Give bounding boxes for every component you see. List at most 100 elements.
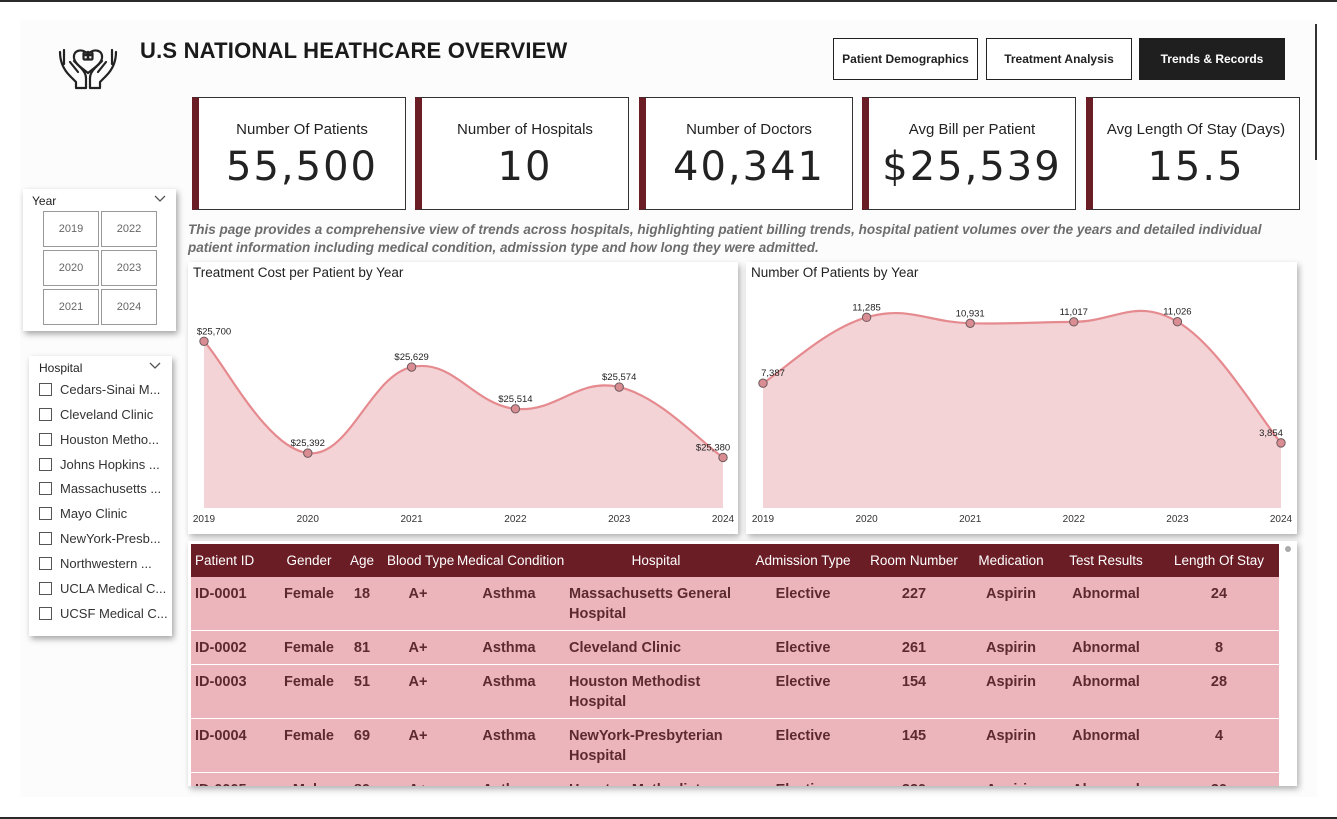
checkbox[interactable] [39, 457, 52, 471]
treatment-analysis-button[interactable]: Treatment Analysis [986, 38, 1132, 80]
column-header[interactable]: Medication [969, 544, 1053, 577]
checkbox[interactable] [39, 581, 52, 595]
data-point[interactable] [1276, 438, 1286, 448]
trends-records-button[interactable]: Trends & Records [1139, 38, 1285, 80]
hospital-option[interactable]: Cedars-Sinai M... [39, 379, 160, 399]
data-label: $25,574 [602, 372, 636, 383]
table-cell: Abnormal [1053, 772, 1159, 786]
checkbox[interactable] [39, 481, 52, 495]
scrollbar-thumb[interactable] [1285, 546, 1291, 552]
hospital-option[interactable]: Massachusetts ... [39, 478, 161, 498]
table-cell: 81 [341, 630, 383, 665]
column-header[interactable]: Length Of Stay [1159, 544, 1279, 577]
checkbox[interactable] [39, 432, 52, 446]
data-point[interactable] [199, 336, 209, 346]
table-row[interactable]: ID-0002 Female 81 A+ Asthma Cleveland Cl… [191, 630, 1279, 665]
kpi-value: $25,539 [882, 144, 1062, 190]
table-cell: A+ [383, 664, 453, 719]
data-point[interactable] [1172, 316, 1183, 327]
x-tick-label: 2019 [752, 514, 775, 525]
table-cell: Male [277, 772, 341, 786]
x-tick-label: 2021 [400, 514, 423, 525]
table-cell: 227 [859, 577, 969, 631]
column-header[interactable]: Blood Type [383, 544, 454, 577]
data-label: $25,629 [394, 352, 428, 363]
table-row[interactable]: ID-0001 Female 18 A+ Asthma Massachusett… [191, 577, 1279, 631]
column-header[interactable]: Age [341, 544, 383, 577]
kpi-label: Avg Length Of Stay (Days) [1106, 121, 1286, 138]
year-tile[interactable]: 2022 [101, 211, 157, 247]
hospital-option[interactable]: Johns Hopkins ... [39, 454, 160, 474]
hospital-option-label: Cleveland Clinic [60, 406, 154, 422]
hospital-option[interactable]: NewYork-Presb... [39, 528, 161, 548]
data-point[interactable] [861, 312, 872, 323]
kpi-value: 40,341 [673, 144, 825, 190]
checkbox[interactable] [39, 531, 52, 545]
hospital-option[interactable]: Northwestern ... [39, 553, 152, 573]
data-point[interactable] [614, 382, 624, 392]
checkbox[interactable] [39, 382, 52, 396]
data-point[interactable] [510, 404, 521, 414]
column-header[interactable]: Room Number [859, 544, 969, 577]
data-point[interactable] [406, 362, 417, 372]
hospital-option[interactable]: UCSF Medical C... [39, 603, 168, 623]
table-scrollbar[interactable] [1283, 544, 1293, 784]
chevron-down-icon[interactable] [149, 362, 161, 370]
table-cell: Asthma [453, 630, 565, 665]
table-row[interactable]: ID-0004 Female 69 A+ Asthma NewYork-Pres… [191, 718, 1279, 773]
year-tile[interactable]: 2024 [101, 289, 157, 325]
table-cell: ID-0003 [191, 664, 277, 719]
year-tile[interactable]: 2020 [43, 250, 99, 286]
kpi-value: 55,500 [226, 144, 378, 190]
column-header[interactable]: Admission Type [747, 544, 859, 577]
year-tile[interactable]: 2021 [43, 289, 99, 325]
hospital-option-label: UCLA Medical C... [60, 580, 167, 596]
hospital-slicer: Hospital Cedars-Sinai M... Cleveland Cli… [29, 356, 172, 636]
data-point[interactable] [303, 448, 313, 458]
table-cell: Female [277, 577, 341, 631]
year-tile[interactable]: 2019 [43, 211, 99, 247]
table-cell: A+ [383, 772, 453, 786]
checkbox[interactable] [39, 506, 52, 520]
hospital-option[interactable]: Houston Metho... [39, 429, 159, 449]
table-cell: 320 [859, 772, 969, 786]
hospital-option-label: Northwestern ... [60, 555, 152, 571]
column-header[interactable]: Gender [277, 544, 341, 577]
checkbox[interactable] [39, 556, 52, 570]
data-point[interactable] [965, 318, 975, 329]
x-tick-label: 2022 [1063, 514, 1086, 525]
treatment-cost-chart: Treatment Cost per Patient by Year $25,7… [188, 262, 738, 534]
x-tick-label: 2021 [959, 514, 982, 525]
data-point[interactable] [758, 378, 768, 388]
table-cell: Female [277, 718, 341, 773]
data-point[interactable] [1069, 317, 1079, 327]
checkbox[interactable] [39, 407, 52, 421]
data-label: 10,931 [956, 308, 985, 319]
page-description: This page provides a comprehensive view … [188, 222, 1262, 255]
table-cell: Elective [747, 772, 859, 786]
chart-title: Number Of Patients by Year [751, 265, 919, 280]
hospital-option-label: Houston Metho... [60, 431, 159, 447]
checkbox[interactable] [39, 606, 52, 620]
kpi-label: Number of Doctors [686, 121, 812, 138]
table-cell: 145 [859, 718, 969, 773]
table-row[interactable]: ID-0005 Male 80 A+ Asthma Houston Method… [191, 772, 1279, 786]
column-header[interactable]: Hospital [565, 544, 747, 577]
chart-title: Treatment Cost per Patient by Year [193, 265, 404, 280]
data-point[interactable] [718, 452, 728, 463]
hospital-option[interactable]: Mayo Clinic [39, 503, 127, 523]
kpi-label: Avg Bill per Patient [908, 121, 1036, 138]
column-header[interactable]: Patient ID [191, 544, 277, 577]
chevron-down-icon[interactable] [154, 195, 166, 203]
hospital-option[interactable]: UCLA Medical C... [39, 578, 166, 598]
records-table: Patient ID Gender Age Blood Type Medical… [191, 544, 1279, 786]
column-header[interactable]: Test Results [1053, 544, 1159, 577]
table-cell: NewYork-Presbyterian Hospital [565, 718, 747, 773]
column-header[interactable]: Medical Condition [453, 544, 565, 577]
table-row[interactable]: ID-0003 Female 51 A+ Asthma Houston Meth… [191, 664, 1279, 719]
patient-demographics-button[interactable]: Patient Demographics [833, 38, 978, 80]
year-tile[interactable]: 2023 [101, 250, 157, 286]
hospital-option-label: Mayo Clinic [60, 505, 128, 521]
data-label: 11,017 [1060, 307, 1088, 318]
hospital-option[interactable]: Cleveland Clinic [39, 404, 153, 424]
